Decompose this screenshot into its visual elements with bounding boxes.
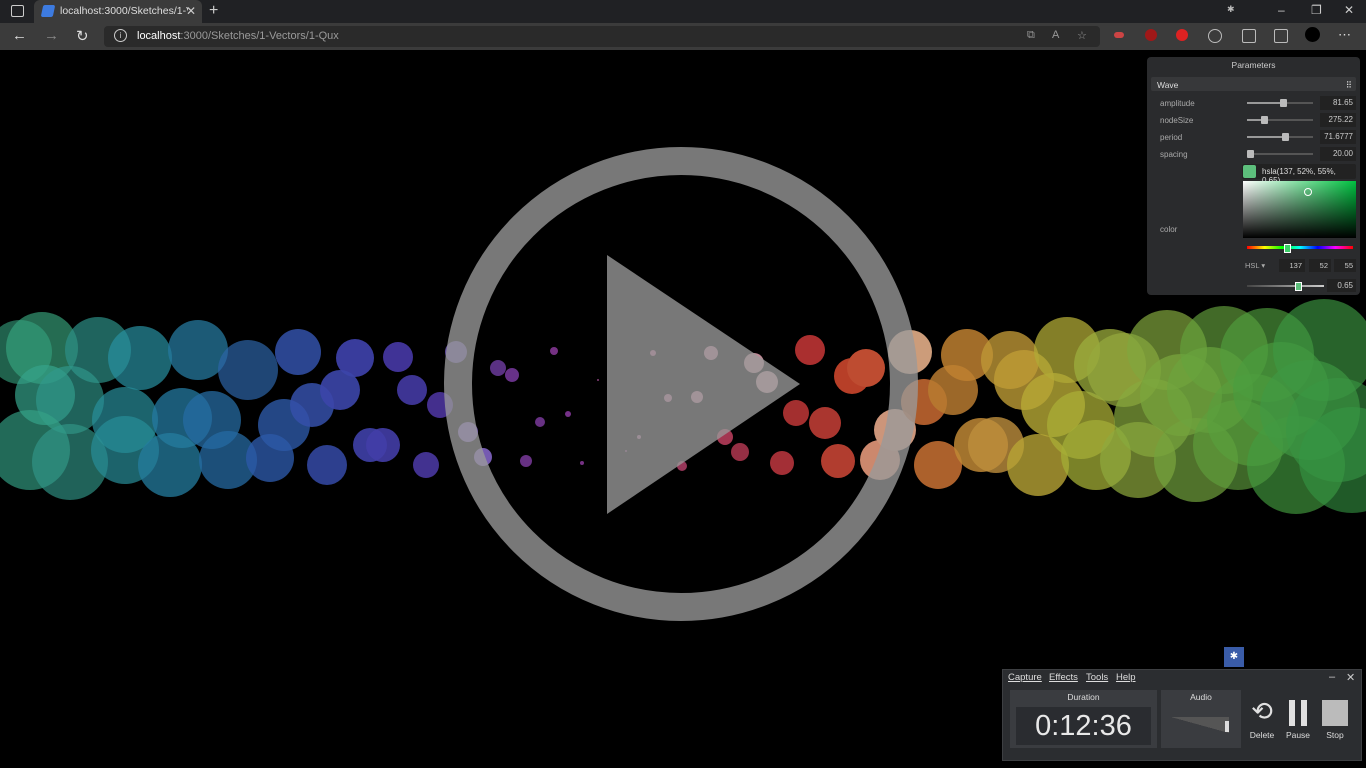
tab-active[interactable]: localhost:3000/Sketches/1-Vectors/1-Qux …	[34, 0, 202, 23]
new-tab-button[interactable]: +	[209, 2, 218, 20]
period-slider[interactable]	[1247, 133, 1313, 141]
color-swatch[interactable]	[1243, 165, 1256, 178]
back-button[interactable]: ←	[12, 27, 27, 44]
duration-label: Duration	[1067, 692, 1100, 702]
alpha-handle[interactable]	[1295, 282, 1302, 291]
color-mode-label: HSL	[1245, 261, 1260, 270]
spacing-slider[interactable]	[1247, 150, 1313, 158]
parameters-panel: Parameters Wave ⠿ amplitude 81.65 nodeSi…	[1147, 57, 1360, 295]
stop-icon	[1322, 700, 1348, 726]
color-value-field[interactable]: hsla(137, 52%, 55%, 0.65)	[1242, 164, 1356, 185]
param-row-nodesize: nodeSize 275.22	[1160, 113, 1356, 127]
favicon-icon	[40, 5, 56, 17]
param-label: amplitude	[1160, 99, 1195, 108]
read-aloud-icon[interactable]: A	[1052, 29, 1059, 41]
saturation-lightness-picker[interactable]	[1243, 181, 1356, 238]
param-row-period: period 71.6777	[1160, 130, 1356, 144]
alpha-slider[interactable]	[1247, 282, 1324, 291]
param-label: nodeSize	[1160, 116, 1194, 125]
period-input[interactable]: 71.6777	[1320, 130, 1356, 144]
pin-icon[interactable]: ✱	[1227, 4, 1235, 15]
tab-title: localhost:3000/Sketches/1-Vectors/1-Qux	[60, 5, 188, 17]
extensions-puzzle-icon[interactable]	[1208, 29, 1222, 43]
extension-ublock-icon[interactable]	[1145, 29, 1157, 41]
audio-panel: Audio	[1161, 690, 1241, 748]
minimize-icon[interactable]: –	[1329, 671, 1335, 683]
menu-tools[interactable]: Tools	[1086, 672, 1108, 683]
param-label: period	[1160, 133, 1183, 142]
delete-button[interactable]: ⟲ Delete	[1244, 696, 1280, 740]
amplitude-slider[interactable]	[1247, 99, 1313, 107]
settings-menu-icon[interactable]: ⋯	[1338, 27, 1351, 43]
saturation-input[interactable]: 52	[1309, 259, 1331, 272]
nodesize-slider[interactable]	[1247, 116, 1313, 124]
url-host: localhost	[137, 30, 181, 42]
restore-button[interactable]: ❐	[1311, 3, 1322, 17]
extension-glasses-icon[interactable]	[1114, 32, 1124, 38]
close-icon[interactable]: ✕	[1346, 671, 1355, 684]
wave-folder[interactable]: Wave ⠿	[1151, 77, 1356, 91]
lightness-input[interactable]: 55	[1334, 259, 1356, 272]
chevron-down-icon: ▾	[1261, 261, 1266, 270]
delete-label: Delete	[1249, 730, 1275, 740]
amplitude-input[interactable]: 81.65	[1320, 96, 1356, 110]
param-row-spacing: spacing 20.00	[1160, 147, 1356, 161]
favorites-icon[interactable]	[1242, 29, 1256, 43]
color-label: color	[1160, 225, 1178, 234]
close-window-button[interactable]: ✕	[1344, 3, 1354, 17]
sidebar-toggle-icon[interactable]	[11, 5, 24, 17]
browser-toolbar: ← → ↻ i localhost:3000/Sketches/1-Vector…	[0, 23, 1366, 50]
collections-icon[interactable]	[1274, 29, 1288, 43]
picker-handle[interactable]	[1304, 188, 1312, 196]
address-bar[interactable]: i localhost:3000/Sketches/1-Vectors/1-Qu…	[104, 26, 1100, 47]
menu-capture[interactable]: Capture	[1008, 672, 1042, 683]
forward-button[interactable]: →	[44, 27, 59, 44]
menu-help[interactable]: Help	[1116, 672, 1136, 683]
spacing-input[interactable]: 20.00	[1320, 147, 1356, 161]
pin-button[interactable]: ✱	[1224, 647, 1244, 667]
audio-label: Audio	[1190, 692, 1212, 702]
favorite-star-icon[interactable]: ☆	[1077, 29, 1087, 42]
tab-close-icon[interactable]: ✕	[186, 4, 196, 18]
minimize-button[interactable]: –	[1278, 3, 1285, 17]
pause-label: Pause	[1285, 730, 1311, 740]
hue-slider[interactable]	[1247, 244, 1353, 253]
param-label: spacing	[1160, 150, 1188, 159]
extension-block-icon[interactable]	[1176, 29, 1188, 41]
hue-input[interactable]: 137	[1279, 259, 1305, 272]
play-icon	[607, 255, 800, 514]
duration-timer: 0:12:36	[1016, 707, 1151, 745]
capture-widget: Capture Effects Tools Help – ✕ Duration …	[1002, 669, 1362, 761]
audio-level-slider[interactable]	[1171, 717, 1229, 733]
site-info-icon[interactable]: i	[114, 29, 127, 42]
wave-folder-label: Wave	[1157, 80, 1179, 90]
profile-avatar[interactable]	[1305, 27, 1320, 42]
hsl-inputs: HSL ▾ 137 52 55	[1243, 259, 1356, 272]
reload-button[interactable]: ↻	[76, 27, 89, 45]
color-mode-select[interactable]: HSL ▾	[1245, 261, 1265, 270]
alpha-input[interactable]: 0.65	[1327, 279, 1356, 292]
parameters-title: Parameters	[1231, 60, 1276, 70]
audio-level-handle[interactable]	[1225, 721, 1229, 732]
url-path: :3000/Sketches/1-Vectors/1-Qux	[180, 30, 339, 42]
url-text: localhost:3000/Sketches/1-Vectors/1-Qux	[137, 30, 339, 42]
nodesize-input[interactable]: 275.22	[1320, 113, 1356, 127]
stop-button[interactable]: Stop	[1317, 696, 1353, 740]
tab-bar: localhost:3000/Sketches/1-Vectors/1-Qux …	[0, 0, 1366, 23]
drag-handle-icon[interactable]: ⠿	[1346, 80, 1352, 91]
duration-panel: Duration 0:12:36	[1010, 690, 1157, 748]
stop-label: Stop	[1326, 730, 1344, 740]
undo-icon: ⟲	[1251, 696, 1273, 726]
open-in-app-icon[interactable]: ⧉	[1027, 29, 1035, 42]
menu-effects[interactable]: Effects	[1049, 672, 1078, 683]
pause-icon	[1289, 700, 1307, 726]
pause-button[interactable]: Pause	[1280, 696, 1316, 740]
param-row-amplitude: amplitude 81.65	[1160, 96, 1356, 110]
hue-handle[interactable]	[1284, 244, 1291, 253]
